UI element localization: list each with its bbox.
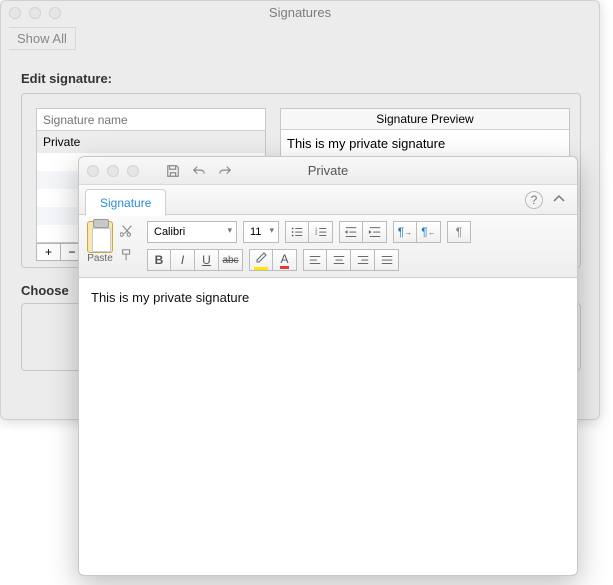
- editor-content: This is my private signature: [91, 290, 249, 305]
- svg-text:2: 2: [314, 231, 317, 236]
- signature-preview: Signature Preview This is my private sig…: [280, 108, 570, 158]
- align-left-button[interactable]: [303, 249, 327, 271]
- show-formatting-button[interactable]: ¶: [447, 221, 471, 243]
- color-group: A: [249, 249, 297, 271]
- show-all-button[interactable]: Show All: [9, 27, 76, 50]
- cut-button[interactable]: [117, 222, 137, 240]
- tab-signature[interactable]: Signature: [85, 189, 166, 216]
- style-group: B I U abc: [147, 249, 243, 271]
- minimize-icon[interactable]: [107, 165, 119, 177]
- signature-preview-text: This is my private signature: [281, 130, 569, 157]
- bold-button[interactable]: B: [147, 249, 171, 271]
- align-group: [303, 249, 399, 271]
- numbered-list-button[interactable]: 12: [309, 221, 333, 243]
- format-painter-button[interactable]: [117, 246, 137, 264]
- italic-button[interactable]: I: [171, 249, 195, 271]
- signature-name-input[interactable]: [37, 109, 265, 131]
- highlight-button[interactable]: [249, 249, 273, 271]
- editor-titlebar: Private: [79, 157, 577, 185]
- list-group: 12: [285, 221, 333, 243]
- window-title: Signatures: [269, 5, 331, 20]
- align-right-button[interactable]: [351, 249, 375, 271]
- font-size-select[interactable]: 11: [243, 221, 279, 243]
- traffic-lights: [9, 7, 61, 19]
- ribbon: Paste Calibri 11 12: [79, 215, 577, 278]
- bullet-list-button[interactable]: [285, 221, 309, 243]
- help-button[interactable]: ?: [525, 191, 543, 209]
- paste-label: Paste: [87, 253, 113, 264]
- paste-button[interactable]: Paste: [87, 221, 113, 264]
- strikethrough-button[interactable]: abc: [219, 249, 243, 271]
- decrease-indent-button[interactable]: [339, 221, 363, 243]
- redo-button[interactable]: [215, 161, 235, 181]
- editor-body[interactable]: This is my private signature: [79, 278, 577, 317]
- editor-traffic-lights: [87, 165, 139, 177]
- editor-title: Private: [308, 163, 348, 178]
- clipboard-icon: [87, 221, 113, 253]
- clipboard-group: Paste: [87, 221, 137, 264]
- increase-indent-button[interactable]: [363, 221, 387, 243]
- close-icon[interactable]: [87, 165, 99, 177]
- font-family-select[interactable]: Calibri: [147, 221, 237, 243]
- zoom-icon[interactable]: [127, 165, 139, 177]
- ltr-button[interactable]: ¶→: [393, 221, 417, 243]
- signature-preview-header: Signature Preview: [281, 109, 569, 130]
- collapse-ribbon-button[interactable]: [551, 191, 567, 207]
- window-titlebar: Signatures: [1, 1, 599, 25]
- minimize-icon[interactable]: [29, 7, 41, 19]
- close-icon[interactable]: [9, 7, 21, 19]
- indent-group: [339, 221, 387, 243]
- edit-signature-label: Edit signature:: [21, 71, 112, 86]
- underline-button[interactable]: U: [195, 249, 219, 271]
- align-center-button[interactable]: [327, 249, 351, 271]
- editor-tabbar: Signature ?: [79, 185, 577, 215]
- pilcrow-group: ¶→ ¶←: [393, 221, 441, 243]
- font-color-button[interactable]: A: [273, 249, 297, 271]
- add-signature-button[interactable]: +: [36, 243, 60, 261]
- editor-quick-tools: [163, 161, 235, 181]
- rtl-button[interactable]: ¶←: [417, 221, 441, 243]
- save-button[interactable]: [163, 161, 183, 181]
- zoom-icon[interactable]: [49, 7, 61, 19]
- undo-button[interactable]: [189, 161, 209, 181]
- choose-label: Choose: [21, 283, 69, 298]
- signature-row-private[interactable]: Private: [37, 131, 265, 153]
- align-justify-button[interactable]: [375, 249, 399, 271]
- add-remove-bar: + −: [36, 243, 84, 261]
- signature-editor-window: Private Signature ? Paste: [78, 156, 578, 576]
